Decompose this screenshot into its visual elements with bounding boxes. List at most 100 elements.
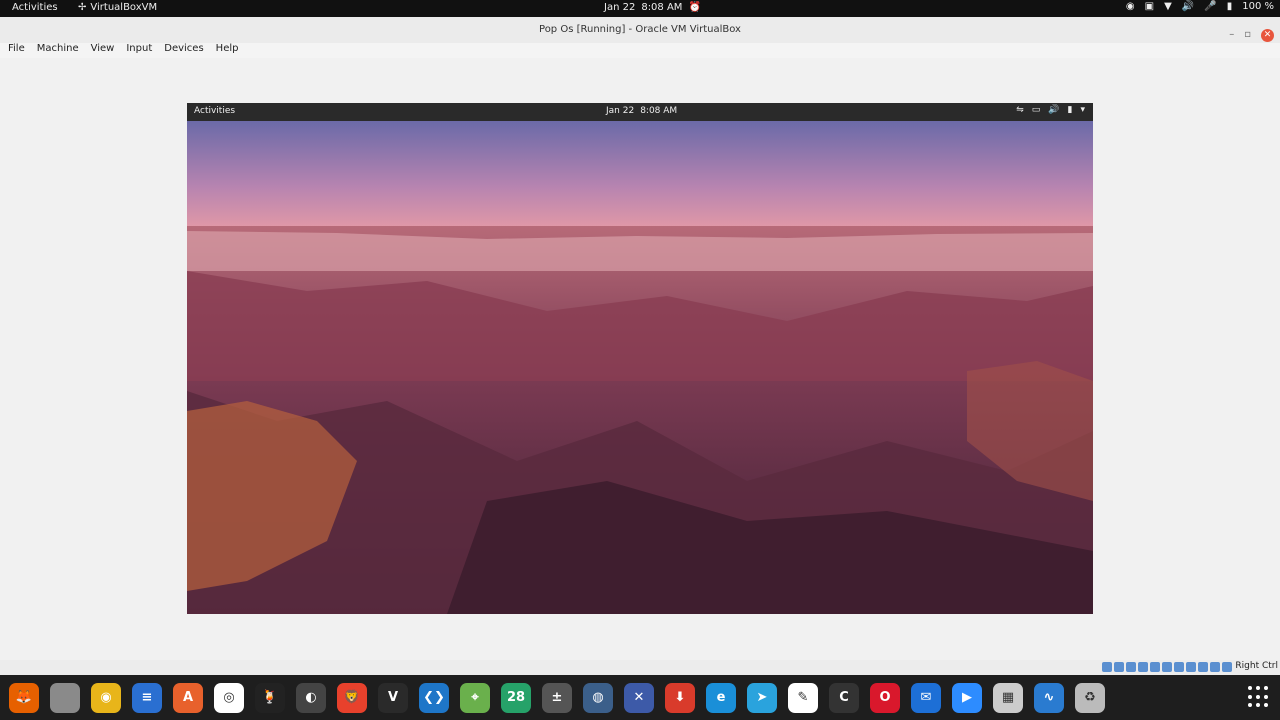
chrome-icon[interactable]: ◎ [214,682,244,713]
network-status-icon[interactable] [1138,662,1148,672]
usb-status-icon[interactable] [1150,662,1160,672]
host-clock[interactable]: Jan 22 8:08 AM ⏰ [604,2,701,13]
obs-icon[interactable]: ◐ [296,682,326,713]
window-title-bar[interactable]: Pop Os [Running] - Oracle VM VirtualBox … [0,17,1280,43]
audio-status-icon[interactable] [1126,662,1136,672]
window-title: Pop Os [Running] - Oracle VM VirtualBox [539,24,741,35]
chrome-glyph: ◎ [223,690,235,705]
cocktail-glyph: 🍹 [261,690,279,705]
vivaldi-icon[interactable]: V [378,682,408,713]
guest-network-icon[interactable]: ⇋ [1016,105,1024,115]
maps-glyph: ⌖ [471,690,479,705]
device-status-icons[interactable] [1102,662,1232,672]
hdd-status-icon[interactable] [1102,662,1112,672]
mail-icon[interactable]: ✉ [911,682,941,713]
telegram-icon[interactable]: ➤ [747,682,777,713]
zoom-icon[interactable]: ▶ [952,682,982,713]
xmind-glyph: ✕ [633,690,645,705]
menu-machine[interactable]: Machine [37,43,79,58]
brave-icon[interactable]: 🦁 [337,682,367,713]
guest-system-tray[interactable]: ⇋ ▭ 🔊 ▮ ▾ [1016,105,1085,115]
wifi-icon[interactable]: ▼ [1164,1,1172,12]
download-glyph: ⬇ [674,690,686,705]
editor-icon[interactable]: ✎ [788,682,818,713]
trash-icon[interactable]: ♻ [1075,682,1105,713]
guest-date: Jan 22 [606,106,635,116]
calendar-glyph: 28 [506,690,526,705]
app-grid-icon[interactable] [1248,686,1270,708]
tray-app-icon[interactable]: ◉ [1126,1,1135,12]
maps-icon[interactable]: ⌖ [460,682,490,713]
menu-input[interactable]: Input [126,43,152,58]
mouse-status-icon[interactable] [1210,662,1220,672]
guest-volume-icon[interactable]: 🔊 [1048,105,1059,115]
display-status-icon[interactable] [1174,662,1184,672]
close-icon[interactable]: ✕ [1261,28,1274,42]
menu-bar: File Machine View Input Devices Help [0,43,1280,58]
obs-glyph: ◐ [305,690,317,705]
trash-glyph: ♻ [1084,690,1096,705]
edge-icon[interactable]: e [706,682,736,713]
writer-icon[interactable]: ≡ [132,682,162,713]
host-activities-button[interactable]: Activities [12,2,58,13]
volume-icon[interactable]: 🔊 [1182,1,1194,12]
calculator-icon[interactable]: ± [542,682,572,713]
host-key-label: Right Ctrl [1235,661,1278,671]
cursor-glyph: C [839,690,849,705]
vm-status-bar: Right Ctrl [0,660,1280,675]
firefox-icon[interactable]: 🦊 [9,682,39,713]
cpu-status-icon[interactable] [1198,662,1208,672]
image-viewer-icon[interactable]: ▦ [993,682,1023,713]
xmind-icon[interactable]: ✕ [624,682,654,713]
microphone-icon[interactable]: 🎤 [1204,1,1216,12]
mail-glyph: ✉ [920,690,932,705]
recording-status-icon[interactable] [1186,662,1196,672]
alarm-icon: ⏰ [688,2,701,13]
opera-icon[interactable]: O [870,682,900,713]
vscode-icon[interactable]: ❮❯ [419,682,449,713]
guest-clock[interactable]: Jan 22 8:08 AM [606,106,677,116]
menu-file[interactable]: File [8,43,25,58]
guest-screen[interactable]: Activities Jan 22 8:08 AM ⇋ ▭ 🔊 ▮ ▾ [187,103,1093,614]
rhythmbox-icon[interactable]: ◉ [91,682,121,713]
guest-top-bar: Activities Jan 22 8:08 AM ⇋ ▭ 🔊 ▮ ▾ [187,103,1093,121]
host-system-tray[interactable]: ◉ ▣ ▼ 🔊 🎤 ▮ 100 % [1126,1,1274,12]
menu-help[interactable]: Help [216,43,239,58]
shared-folder-status-icon[interactable] [1162,662,1172,672]
battery-level: 100 % [1242,1,1274,12]
guest-screen-icon[interactable]: ▭ [1032,105,1041,115]
monitor-icon[interactable]: ∿ [1034,682,1064,713]
vscode-glyph: ❮❯ [423,690,445,705]
host-time: 8:08 AM [641,2,683,13]
edge-glyph: e [716,690,726,705]
brave-glyph: 🦁 [343,690,361,705]
firefox-glyph: 🦊 [15,690,33,705]
zoom-glyph: ▶ [962,690,972,705]
keyboard-status-icon[interactable] [1222,662,1232,672]
vivaldi-glyph: V [387,690,399,705]
optical-status-icon[interactable] [1114,662,1124,672]
globe-glyph: ◍ [592,690,604,705]
editor-glyph: ✎ [797,690,809,705]
guest-chevron-down-icon[interactable]: ▾ [1080,105,1085,115]
dock: 🦊 ◉ ≡ A ◎ 🍹 ◐ 🦁 V ❮❯ ⌖ 28 ± ◍ ✕ ⬇ e ➤ ✎ C O ✉ ▶ ▦ ∿ ♻ [0,675,1280,720]
host-app-menu[interactable]: ✢ VirtualBoxVM [78,2,157,13]
writer-glyph: ≡ [141,690,153,705]
tray-lock-icon[interactable]: ▣ [1145,1,1154,12]
download-icon[interactable]: ⬇ [665,682,695,713]
rhythmbox-glyph: ◉ [100,690,112,705]
guest-battery-icon[interactable]: ▮ [1068,105,1073,115]
calendar-icon[interactable]: 28 [501,682,531,713]
cocktail-icon[interactable]: 🍹 [255,682,285,713]
host-date: Jan 22 [604,2,636,13]
host-top-bar: Activities ✢ VirtualBoxVM Jan 22 8:08 AM… [0,0,1280,17]
globe-icon[interactable]: ◍ [583,682,613,713]
files-icon[interactable] [50,682,80,713]
canyon-wallpaper [187,121,1093,614]
menu-view[interactable]: View [91,43,115,58]
image-viewer-glyph: ▦ [1001,690,1015,705]
software-icon[interactable]: A [173,682,203,713]
guest-activities-button[interactable]: Activities [194,106,235,116]
menu-devices[interactable]: Devices [164,43,203,58]
cursor-icon[interactable]: C [829,682,859,713]
